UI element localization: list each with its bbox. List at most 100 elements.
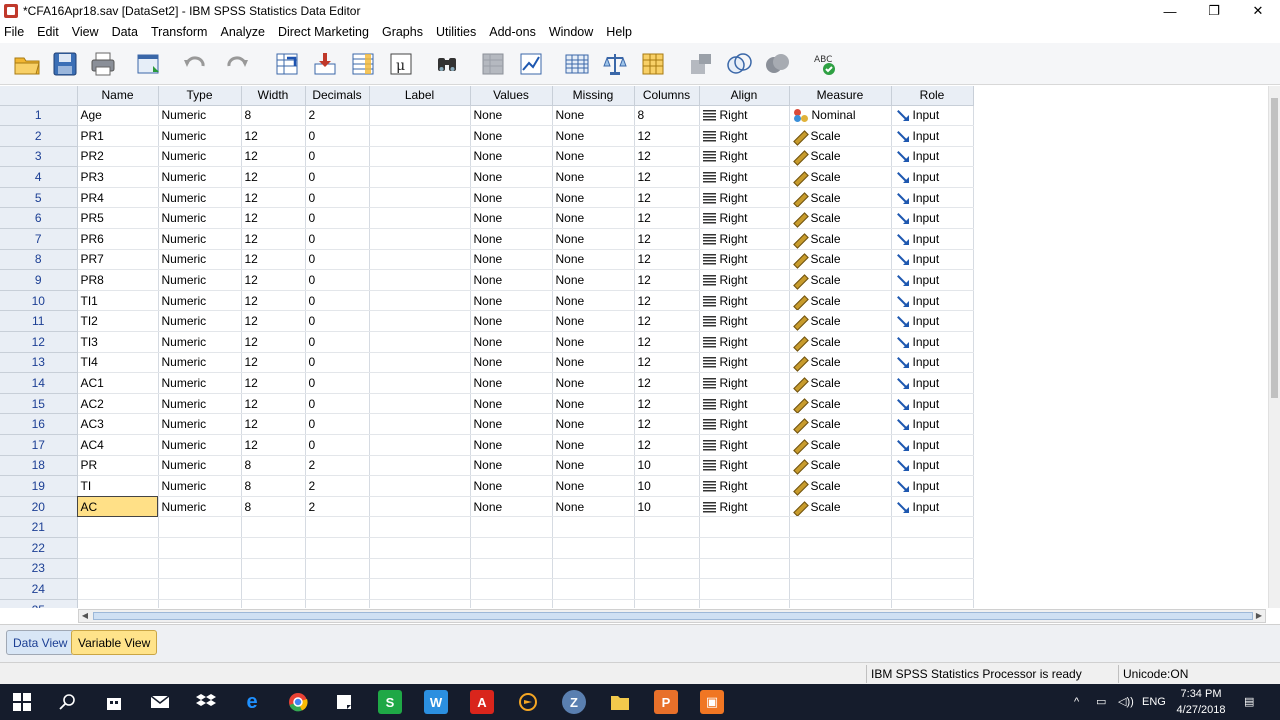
- tab-data-view[interactable]: Data View: [6, 630, 75, 655]
- cell-role[interactable]: Input: [891, 393, 974, 415]
- cell-measure[interactable]: Scale: [789, 187, 892, 209]
- cell-columns[interactable]: 10: [634, 455, 700, 477]
- menu-transform[interactable]: Transform: [147, 22, 217, 43]
- cell-type[interactable]: Numeric: [158, 475, 242, 497]
- cell-measure[interactable]: [789, 558, 892, 580]
- cell-values[interactable]: None: [470, 496, 553, 518]
- cell-label[interactable]: [369, 599, 471, 608]
- cell-label[interactable]: [369, 352, 471, 374]
- cell-width[interactable]: 12: [241, 146, 306, 168]
- menu-analyze[interactable]: Analyze: [216, 22, 273, 43]
- cell-role[interactable]: Input: [891, 207, 974, 230]
- variable-row[interactable]: 11 TI2 Numeric 12 0 None None 12 Right Scale Input: [0, 310, 974, 333]
- cell-decimals[interactable]: 2: [305, 455, 370, 477]
- cell-name[interactable]: [77, 578, 159, 600]
- row-number[interactable]: 12: [0, 331, 78, 353]
- cell-role[interactable]: Input: [891, 372, 974, 394]
- cell-name[interactable]: TI: [77, 475, 159, 497]
- column-header-columns[interactable]: Columns: [634, 86, 700, 106]
- notes-icon[interactable]: [332, 690, 356, 714]
- cell-align[interactable]: Right: [699, 455, 790, 477]
- cell-missing[interactable]: None: [552, 125, 635, 147]
- variable-row[interactable]: 5 PR4 Numeric 12 0 None None 12 Right Scale Input: [0, 187, 974, 209]
- clock[interactable]: 7:34 PM 4/27/2018: [1168, 686, 1234, 718]
- split-file-icon[interactable]: [562, 49, 592, 79]
- cell-missing[interactable]: None: [552, 105, 635, 127]
- cell-label[interactable]: [369, 558, 471, 580]
- cell-label[interactable]: [369, 393, 471, 415]
- cell-width[interactable]: 12: [241, 249, 306, 271]
- cell-measure[interactable]: Scale: [789, 310, 892, 333]
- variable-row[interactable]: 22: [0, 537, 974, 559]
- cell-columns[interactable]: 12: [634, 310, 700, 333]
- cell-align[interactable]: [699, 516, 790, 538]
- cell-values[interactable]: None: [470, 393, 553, 415]
- row-number[interactable]: 13: [0, 352, 78, 374]
- variable-row[interactable]: 23: [0, 558, 974, 580]
- cell-values[interactable]: [470, 516, 553, 538]
- cell-measure[interactable]: Scale: [789, 269, 892, 291]
- cell-decimals[interactable]: 0: [305, 372, 370, 394]
- cell-width[interactable]: 12: [241, 434, 306, 456]
- cell-decimals[interactable]: 0: [305, 207, 370, 230]
- run-descriptives-icon[interactable]: μ: [386, 49, 416, 79]
- presenter-icon[interactable]: ▣: [700, 690, 724, 714]
- battery-icon[interactable]: ▭: [1096, 684, 1106, 720]
- cell-label[interactable]: [369, 413, 471, 435]
- cell-align[interactable]: Right: [699, 413, 790, 435]
- cell-align[interactable]: Right: [699, 496, 790, 518]
- cell-label[interactable]: [369, 146, 471, 168]
- variable-row[interactable]: 7 PR6 Numeric 12 0 None None 12 Right Scale Input: [0, 228, 974, 250]
- cell-measure[interactable]: Scale: [789, 249, 892, 271]
- windows-start-icon[interactable]: [10, 690, 34, 714]
- row-number[interactable]: 10: [0, 290, 78, 312]
- row-number[interactable]: 3: [0, 146, 78, 168]
- cell-width[interactable]: [241, 578, 306, 600]
- cell-width[interactable]: 12: [241, 207, 306, 230]
- cell-decimals[interactable]: 0: [305, 146, 370, 168]
- cell-name[interactable]: PR1: [77, 125, 159, 147]
- cell-align[interactable]: [699, 578, 790, 600]
- row-number[interactable]: 20: [0, 496, 78, 518]
- cell-columns[interactable]: 12: [634, 228, 700, 250]
- cell-align[interactable]: Right: [699, 146, 790, 168]
- cell-name[interactable]: PR8: [77, 269, 159, 291]
- cell-measure[interactable]: Scale: [789, 372, 892, 394]
- goto-case-icon[interactable]: [272, 49, 302, 79]
- cell-measure[interactable]: Scale: [789, 146, 892, 168]
- cell-type[interactable]: Numeric: [158, 249, 242, 271]
- cell-values[interactable]: None: [470, 146, 553, 168]
- cell-decimals[interactable]: 2: [305, 475, 370, 497]
- cell-type[interactable]: Numeric: [158, 352, 242, 374]
- cell-role[interactable]: Input: [891, 228, 974, 250]
- row-number[interactable]: 2: [0, 125, 78, 147]
- cell-values[interactable]: None: [470, 475, 553, 497]
- variable-row[interactable]: 25: [0, 599, 974, 608]
- cell-measure[interactable]: Scale: [789, 475, 892, 497]
- cell-align[interactable]: Right: [699, 331, 790, 353]
- variable-row[interactable]: 14 AC1 Numeric 12 0 None None 12 Right Scale Input: [0, 372, 974, 394]
- cell-decimals[interactable]: [305, 578, 370, 600]
- cell-columns[interactable]: 12: [634, 290, 700, 312]
- cell-label[interactable]: [369, 166, 471, 188]
- cell-role[interactable]: [891, 516, 974, 538]
- cell-measure[interactable]: [789, 599, 892, 608]
- scroll-right-icon[interactable]: ▶: [1253, 610, 1265, 622]
- cell-width[interactable]: 8: [241, 496, 306, 518]
- variable-row[interactable]: 21: [0, 516, 974, 538]
- cell-name[interactable]: [77, 516, 159, 538]
- cell-align[interactable]: Right: [699, 290, 790, 312]
- cell-label[interactable]: [369, 578, 471, 600]
- cell-decimals[interactable]: 0: [305, 413, 370, 435]
- cell-missing[interactable]: [552, 537, 635, 559]
- variable-row[interactable]: 18 PR Numeric 8 2 None None 10 Right Scale Input: [0, 455, 974, 477]
- variable-row[interactable]: 16 AC3 Numeric 12 0 None None 12 Right Scale Input: [0, 413, 974, 435]
- row-number[interactable]: 5: [0, 187, 78, 209]
- cell-width[interactable]: 12: [241, 393, 306, 415]
- variable-row[interactable]: 9 PR8 Numeric 12 0 None None 12 Right Scale Input: [0, 269, 974, 291]
- cell-columns[interactable]: 12: [634, 393, 700, 415]
- cell-values[interactable]: None: [470, 331, 553, 353]
- cell-width[interactable]: [241, 558, 306, 580]
- value-labels-icon[interactable]: [686, 49, 716, 79]
- cell-values[interactable]: None: [470, 434, 553, 456]
